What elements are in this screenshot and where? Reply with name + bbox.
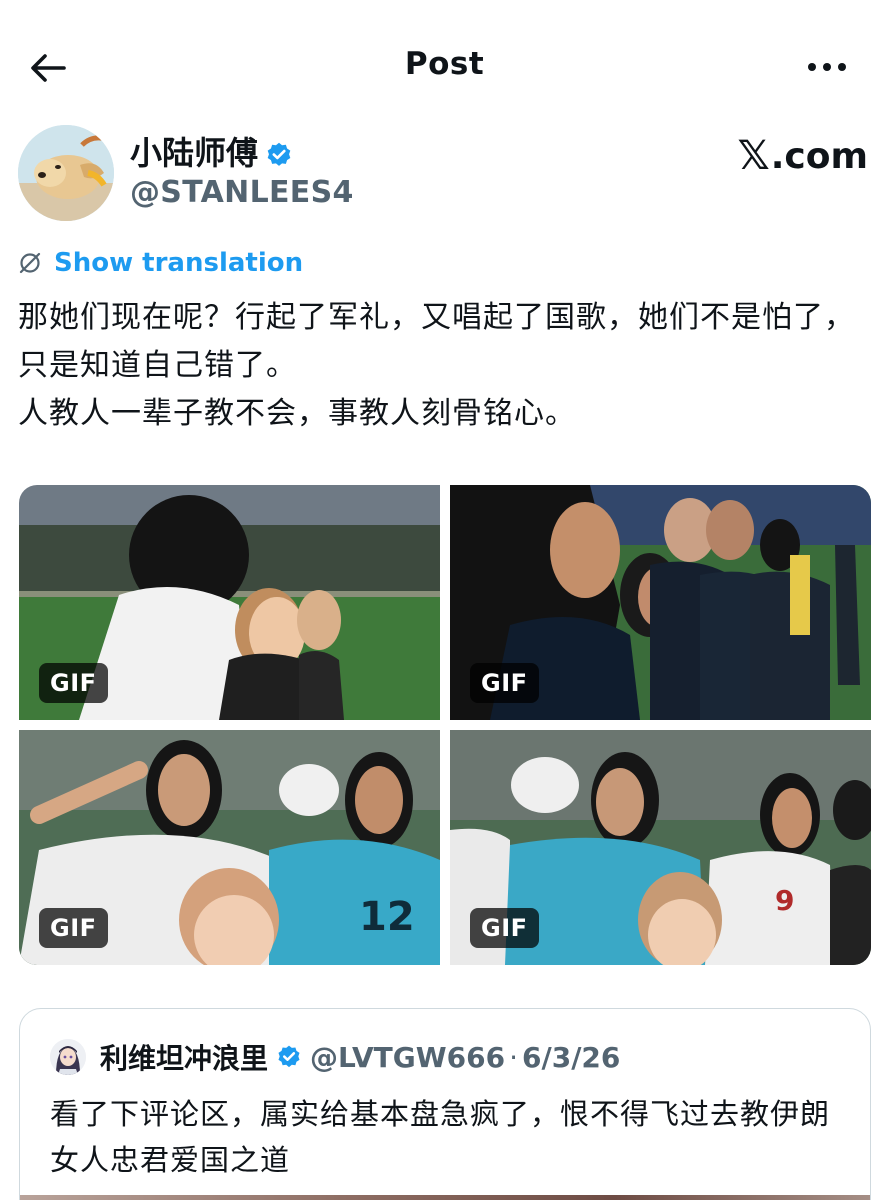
brand-suffix: .com (770, 135, 868, 177)
verified-badge-icon (278, 1045, 300, 1068)
quoted-display-name: 利维坦冲浪里 (100, 1042, 269, 1075)
post-body-text: 那她们现在呢？行起了军礼，又唱起了国歌，她们不是怕了，只是知道自己错了。 人教人… (18, 300, 855, 431)
gif-badge: GIF (470, 908, 539, 948)
more-icon (808, 63, 846, 71)
avatar[interactable] (18, 125, 114, 221)
page-title: Post (404, 46, 485, 82)
author-display-name[interactable]: 小陆师傅 (130, 133, 258, 173)
media-grid: GIF GIF 12 GIF 9 GIF (19, 485, 871, 965)
gif-badge: GIF (39, 908, 108, 948)
quoted-post-card[interactable]: 利维坦冲浪里 @LVTGW666 · 6/3/26 看了下评论区，属实给基本盘急… (19, 1008, 871, 1200)
svg-text:12: 12 (359, 894, 415, 940)
quoted-post-header: 利维坦冲浪里 @LVTGW666 · 6/3/26 (50, 1037, 620, 1077)
quoted-post-text: 看了下评论区，属实给基本盘急疯了，恨不得飞过去教伊朗女人忠君爱国之道 (50, 1097, 831, 1177)
gif-badge: GIF (39, 663, 108, 703)
post-author: 小陆师傅 @STANLEES4 𝕏 .com (18, 125, 878, 225)
x-logo-icon: 𝕏 (737, 133, 770, 179)
translate-icon (19, 252, 41, 274)
separator-dot: · (509, 1040, 518, 1074)
quoted-handle: @LVTGW666 (310, 1040, 506, 1074)
quoted-avatar (50, 1039, 86, 1075)
gif-badge: GIF (470, 663, 539, 703)
media-tile-3[interactable]: 12 GIF (19, 730, 440, 965)
show-translation-label: Show translation (54, 248, 304, 278)
media-tile-2[interactable]: GIF (450, 485, 871, 720)
quoted-media-preview (20, 1195, 870, 1200)
quoted-date: 6/3/26 (522, 1040, 621, 1074)
anime-avatar-image (50, 1039, 86, 1075)
author-handle[interactable]: @STANLEES4 (130, 175, 354, 210)
media-tile-1[interactable]: GIF (19, 485, 440, 720)
dog-avatar-image (18, 125, 114, 221)
media-tile-4[interactable]: 9 GIF (450, 730, 871, 965)
show-translation-link[interactable]: Show translation (18, 248, 303, 278)
top-bar: Post (0, 0, 889, 130)
svg-text:9: 9 (775, 884, 794, 917)
x-com-watermark: 𝕏 .com (738, 133, 869, 179)
verified-badge-icon (267, 142, 291, 166)
more-options-button[interactable] (805, 52, 849, 82)
